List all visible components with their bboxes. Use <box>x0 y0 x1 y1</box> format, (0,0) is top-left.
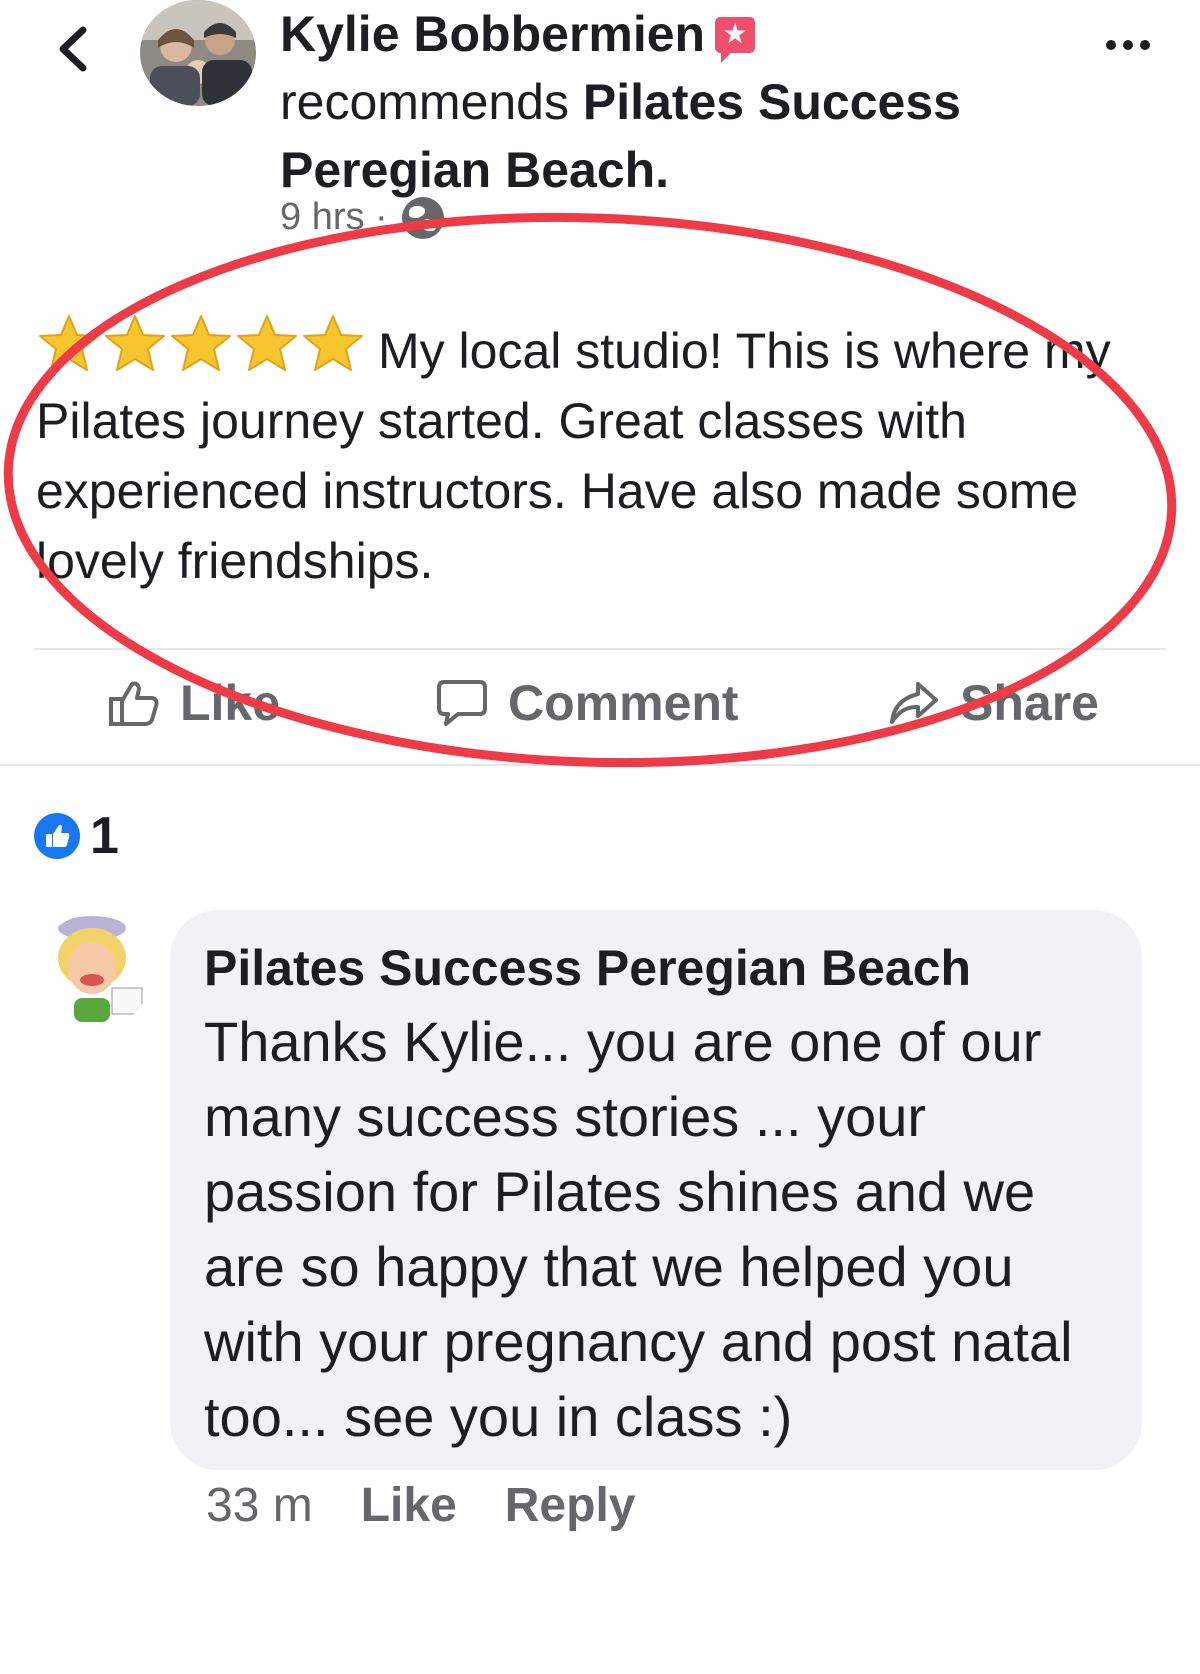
reactions-summary[interactable]: 1 <box>34 806 119 866</box>
headline-period: . <box>655 142 670 198</box>
reaction-count: 1 <box>90 807 119 865</box>
thumbs-up-icon <box>109 681 159 726</box>
divider <box>0 764 1200 766</box>
commenter-photo <box>36 914 152 1030</box>
globe-icon <box>401 196 444 239</box>
star-rating <box>36 312 366 376</box>
comment-label: Comment <box>508 675 739 731</box>
more-options-button[interactable] <box>1096 20 1160 70</box>
divider <box>34 648 1166 650</box>
comment-author[interactable]: Pilates Success Peregian Beach <box>204 936 1108 1000</box>
recommendation-icon: ★ <box>715 17 756 63</box>
comment-text: Thanks Kylie... you are one of our many … <box>204 1010 1073 1448</box>
post-timestamp: 9 hrs · <box>280 196 444 239</box>
commenter-avatar[interactable] <box>36 914 152 1030</box>
chevron-left-icon <box>59 26 87 72</box>
like-label: Like <box>180 675 281 731</box>
more-dot <box>1123 40 1133 50</box>
share-label: Share <box>960 675 1099 731</box>
comment-time[interactable]: 33 m <box>206 1478 313 1533</box>
comment-button[interactable]: Comment <box>436 668 739 738</box>
like-button[interactable]: Like <box>108 668 280 738</box>
comment-like-link[interactable]: Like <box>361 1478 457 1533</box>
like-reaction-icon <box>34 813 80 859</box>
share-arrow-icon <box>890 682 938 724</box>
author-photo <box>140 0 256 106</box>
star-icon <box>171 315 231 371</box>
author-name[interactable]: Kylie Bobbermien <box>280 6 705 62</box>
comment-bubble: Pilates Success Peregian Beach Thanks Ky… <box>170 910 1142 1470</box>
star-icon <box>237 315 297 371</box>
star-icon <box>39 315 99 371</box>
star-icon <box>303 315 363 371</box>
timestamp-text[interactable]: 9 hrs · <box>280 196 388 239</box>
review-body: My local studio! This is where my Pilate… <box>36 312 1166 596</box>
post-headline: Kylie Bobbermien ★ recommends Pilates Suc… <box>280 0 1100 204</box>
comment-meta: 33 m Like Reply <box>206 1478 635 1533</box>
comment-bubble-icon <box>437 680 487 726</box>
recommends-label: recommends <box>280 74 569 130</box>
comment-reply-link[interactable]: Reply <box>505 1478 636 1533</box>
thumbs-up-icon <box>46 824 70 847</box>
share-button[interactable]: Share <box>888 668 1099 738</box>
more-dot <box>1140 40 1150 50</box>
author-avatar[interactable] <box>140 0 256 106</box>
more-options-icon <box>1106 40 1116 50</box>
back-button[interactable] <box>44 14 100 84</box>
star-icon <box>105 315 165 371</box>
